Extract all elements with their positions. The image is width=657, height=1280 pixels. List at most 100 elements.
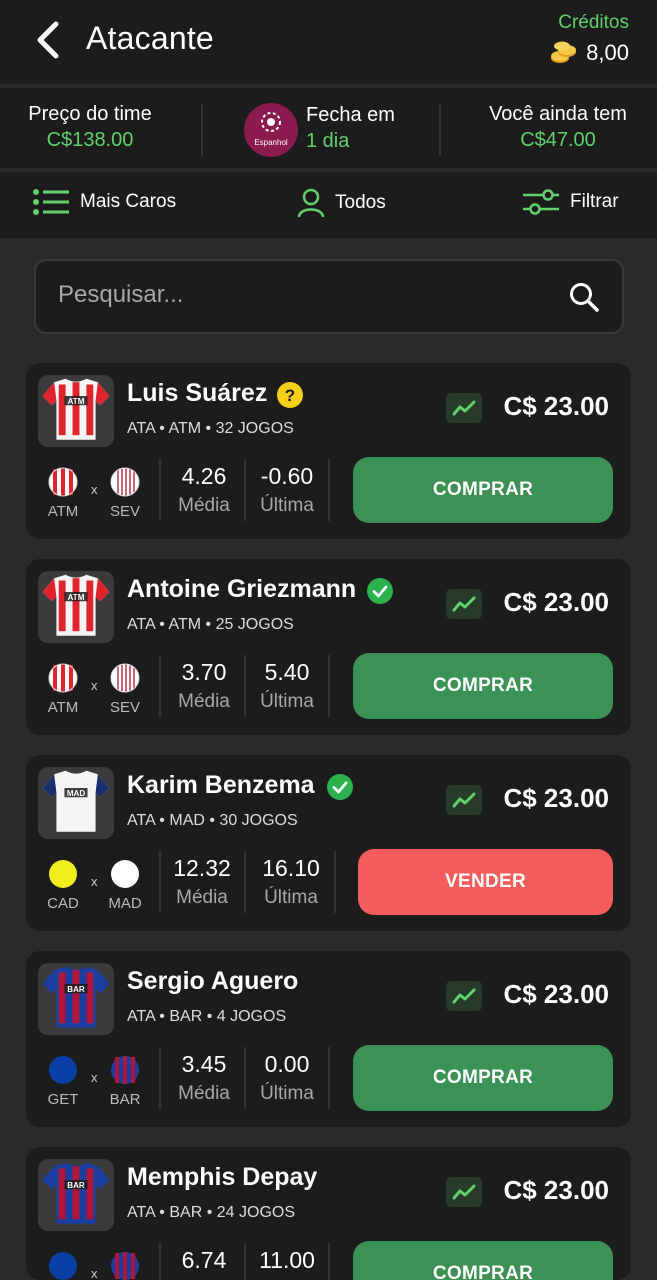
buy-button[interactable]: COMPRAR bbox=[353, 457, 613, 523]
away-team-abbr: SEV bbox=[109, 699, 140, 716]
divider bbox=[244, 459, 246, 521]
trend-chart-icon[interactable] bbox=[446, 589, 482, 619]
svg-text:ATM: ATM bbox=[68, 397, 85, 406]
sort-button[interactable]: Mais Caros bbox=[32, 188, 176, 216]
list-icon bbox=[33, 189, 69, 215]
player-club: MAD bbox=[169, 812, 205, 829]
away-team-abbr: BAR bbox=[109, 1091, 141, 1108]
user-icon bbox=[297, 188, 325, 218]
away-team-badge bbox=[110, 663, 140, 693]
versus-label: x bbox=[91, 1266, 98, 1280]
divider bbox=[334, 851, 336, 913]
divider bbox=[244, 851, 246, 913]
versus-label: x bbox=[91, 482, 98, 497]
average-label: Média bbox=[178, 495, 230, 516]
app-header: Atacante Créditos 8,00 bbox=[0, 0, 657, 84]
player-games: 25 JOGOS bbox=[215, 616, 294, 633]
trend-chart-icon[interactable] bbox=[446, 785, 482, 815]
player-position: ATA bbox=[127, 1008, 155, 1025]
next-match: x ATM SEV bbox=[38, 463, 148, 523]
home-team-abbr: GET bbox=[47, 1091, 79, 1108]
average-stat: 6.74 bbox=[174, 1247, 234, 1279]
search-input[interactable] bbox=[58, 281, 538, 309]
next-match: x ATM SEV bbox=[38, 659, 148, 719]
player-games: 24 JOGOS bbox=[216, 1204, 296, 1221]
back-arrow-icon[interactable] bbox=[32, 20, 64, 60]
last-value: 5.40 bbox=[264, 659, 310, 685]
svg-text:BAR: BAR bbox=[67, 1181, 85, 1190]
team-price: Preço do time C$138.00 bbox=[22, 103, 158, 152]
player-card[interactable]: BAR Sergio Aguero ATA • BAR • 4 JOGOS C$… bbox=[26, 951, 631, 1127]
divider bbox=[328, 459, 330, 521]
all-players-button[interactable]: Todos bbox=[297, 188, 386, 218]
away-team-badge bbox=[110, 467, 140, 497]
trend-chart-icon[interactable] bbox=[446, 1177, 482, 1207]
player-price: C$ 23.00 bbox=[503, 979, 609, 1009]
player-card[interactable]: MAD Karim Benzema ATA • MAD • 30 JOGOS C… bbox=[26, 755, 631, 931]
last-stat: 5.40 Última bbox=[256, 659, 318, 713]
remaining-balance: Você ainda tem C$47.00 bbox=[482, 103, 634, 152]
player-name: Karim Benzema bbox=[127, 771, 315, 799]
player-meta: ATA • MAD • 30 JOGOS bbox=[127, 812, 298, 829]
divider bbox=[244, 1243, 246, 1280]
average-label: Média bbox=[178, 1083, 230, 1104]
sell-button[interactable]: VENDER bbox=[358, 849, 613, 915]
trend-chart-icon[interactable] bbox=[446, 393, 482, 423]
average-stat: 12.32 Média bbox=[172, 855, 232, 909]
player-card[interactable]: BAR Memphis Depay ATA • BAR • 24 JOGOS C… bbox=[26, 1147, 631, 1280]
average-stat: 3.45 Média bbox=[174, 1051, 234, 1105]
last-label: Última bbox=[260, 691, 314, 712]
team-stats-bar: Preço do time C$138.00 Espanhol Fecha em… bbox=[0, 88, 657, 168]
average-value: 4.26 bbox=[181, 463, 227, 489]
last-value: 11.00 bbox=[259, 1247, 315, 1273]
question-icon[interactable]: ? bbox=[277, 382, 303, 408]
player-name: Memphis Depay bbox=[127, 1163, 318, 1191]
search-box bbox=[34, 259, 624, 334]
average-value: 6.74 bbox=[181, 1247, 227, 1273]
player-price: C$ 23.00 bbox=[503, 587, 609, 617]
sort-label: Mais Caros bbox=[80, 191, 177, 212]
last-value: -0.60 bbox=[260, 463, 314, 489]
divider bbox=[159, 655, 161, 717]
remaining-value: C$47.00 bbox=[520, 129, 596, 151]
all-label: Todos bbox=[335, 192, 386, 213]
buy-button[interactable]: COMPRAR bbox=[353, 1241, 613, 1280]
divider bbox=[159, 1243, 161, 1280]
player-position: ATA bbox=[127, 420, 155, 437]
credits-label: Créditos bbox=[558, 12, 629, 33]
next-match: x CAD MAD bbox=[38, 855, 148, 915]
player-card[interactable]: ATM Luis Suárez ? ATA • ATM • 32 JOGOS C… bbox=[26, 363, 631, 539]
trend-chart-icon[interactable] bbox=[446, 981, 482, 1011]
team-price-value: C$138.00 bbox=[46, 129, 134, 151]
divider bbox=[159, 1047, 161, 1109]
player-name: Antoine Griezmann bbox=[127, 575, 357, 603]
league-badge: Espanhol bbox=[244, 103, 298, 157]
player-jersey-image: MAD bbox=[38, 767, 114, 839]
credits-value: 8,00 bbox=[586, 40, 629, 65]
versus-label: x bbox=[91, 874, 98, 889]
average-label: Média bbox=[178, 691, 230, 712]
divider bbox=[159, 459, 161, 521]
player-price: C$ 23.00 bbox=[503, 391, 609, 421]
divider bbox=[328, 655, 330, 717]
player-card[interactable]: ATM Antoine Griezmann ATA • ATM • 25 JOG… bbox=[26, 559, 631, 735]
buy-button[interactable]: COMPRAR bbox=[353, 1045, 613, 1111]
player-price: C$ 23.00 bbox=[503, 783, 609, 813]
player-games: 4 JOGOS bbox=[216, 1008, 287, 1025]
average-value: 12.32 bbox=[173, 855, 231, 881]
home-team-badge bbox=[48, 467, 78, 497]
home-team-abbr: ATM bbox=[47, 503, 79, 520]
last-stat: 16.10 Última bbox=[260, 855, 322, 909]
search-icon[interactable] bbox=[568, 281, 600, 313]
svg-text:?: ? bbox=[285, 386, 295, 405]
filter-button[interactable]: Filtrar bbox=[522, 188, 619, 216]
player-club: ATM bbox=[168, 420, 202, 437]
buy-button[interactable]: COMPRAR bbox=[353, 653, 613, 719]
average-stat: 3.70 Média bbox=[174, 659, 234, 713]
player-jersey-image: ATM bbox=[38, 571, 114, 643]
player-price: C$ 23.00 bbox=[503, 1175, 609, 1205]
player-games: 32 JOGOS bbox=[215, 420, 294, 437]
svg-text:MAD: MAD bbox=[67, 789, 86, 798]
team-price-label: Preço do time bbox=[28, 103, 152, 125]
divider bbox=[328, 1047, 330, 1109]
